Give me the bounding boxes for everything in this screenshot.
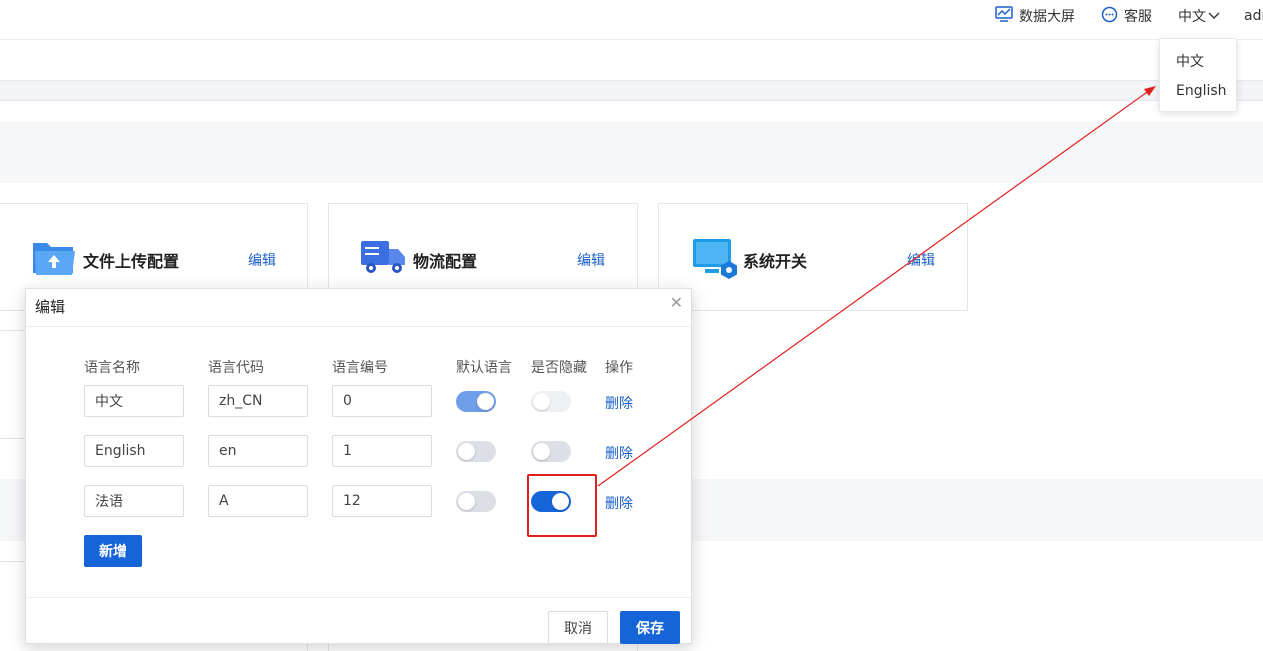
close-icon[interactable]: ✕	[670, 295, 683, 311]
language-switcher[interactable]: 中文	[1178, 0, 1220, 32]
column-header-language-code: 语言代码	[208, 360, 264, 376]
dialog-title: 编辑	[35, 298, 66, 316]
cancel-button[interactable]: 取消	[548, 611, 608, 644]
customer-service-link[interactable]: 客服	[1101, 0, 1152, 32]
toggle-knob	[458, 493, 475, 510]
language-number-input[interactable]	[332, 435, 432, 467]
delete-link[interactable]: 删除	[605, 393, 633, 413]
default-language-toggle[interactable]	[456, 491, 496, 512]
card-edit-link[interactable]: 编辑	[577, 250, 605, 270]
chat-bubble-icon	[1101, 6, 1124, 27]
toggle-knob	[533, 393, 550, 410]
delete-link[interactable]: 删除	[605, 443, 633, 463]
language-number-input[interactable]	[332, 385, 432, 417]
column-header-language-name: 语言名称	[84, 360, 140, 376]
language-name-input[interactable]	[84, 485, 184, 517]
bg-divider	[307, 644, 308, 651]
bg-divider	[0, 561, 25, 562]
card-title: 文件上传配置	[83, 252, 180, 271]
language-number-input[interactable]	[332, 485, 432, 517]
save-button[interactable]: 保存	[620, 611, 680, 644]
language-code-input[interactable]	[208, 385, 308, 417]
monitor-settings-icon	[691, 237, 739, 285]
data-dashboard-label: 数据大屏	[1019, 9, 1075, 25]
card-title: 物流配置	[413, 252, 478, 271]
language-name-input[interactable]	[84, 435, 184, 467]
column-header-language-number: 语言编号	[332, 360, 388, 376]
data-dashboard-link[interactable]: 数据大屏	[995, 0, 1075, 32]
column-header-is-hidden: 是否隐藏	[531, 360, 587, 376]
card-edit-link[interactable]: 编辑	[907, 250, 935, 270]
tabs-strip	[0, 80, 1263, 101]
breadcrumb-bar	[0, 40, 1263, 80]
toggle-knob	[458, 443, 475, 460]
config-card-system-switch: 系统开关 编辑	[658, 203, 968, 311]
hidden-toggle[interactable]	[531, 391, 571, 412]
hidden-toggle[interactable]	[531, 441, 571, 462]
delivery-truck-icon	[359, 237, 407, 283]
edit-language-dialog: 编辑 ✕ 语言名称 语言代码 语言编号 默认语言 是否隐藏 操作 删除 删除 删…	[25, 288, 692, 644]
language-current-label: 中文	[1178, 9, 1206, 25]
top-header: 数据大屏 客服 中文 adr	[0, 0, 1263, 40]
user-menu[interactable]: adr	[1244, 0, 1263, 32]
toggle-knob	[533, 443, 550, 460]
column-header-actions: 操作	[605, 360, 633, 376]
add-language-button[interactable]: 新增	[84, 535, 142, 567]
chart-icon	[995, 6, 1019, 26]
default-language-toggle[interactable]	[456, 391, 496, 412]
language-option-english[interactable]: English	[1176, 83, 1227, 99]
bg-divider	[0, 438, 25, 439]
folder-upload-icon	[31, 237, 77, 281]
toggle-knob	[477, 393, 494, 410]
delete-link[interactable]: 删除	[605, 493, 633, 513]
card-edit-link[interactable]: 编辑	[248, 250, 276, 270]
language-code-input[interactable]	[208, 485, 308, 517]
user-name: adr	[1244, 8, 1263, 24]
bg-divider	[328, 644, 329, 651]
language-name-input[interactable]	[84, 385, 184, 417]
language-dropdown: 中文 English	[1159, 38, 1237, 112]
bg-divider	[0, 330, 25, 331]
dialog-header-divider	[26, 326, 691, 327]
language-code-input[interactable]	[208, 435, 308, 467]
column-header-default-language: 默认语言	[456, 360, 512, 376]
customer-service-label: 客服	[1124, 9, 1152, 25]
chevron-down-icon	[1206, 8, 1220, 24]
section-header-band	[0, 122, 1263, 183]
dialog-footer-divider	[26, 597, 691, 598]
language-option-chinese[interactable]: 中文	[1176, 51, 1204, 71]
bg-divider	[637, 644, 638, 651]
card-title: 系统开关	[743, 252, 808, 271]
default-language-toggle[interactable]	[456, 441, 496, 462]
annotation-highlight-box	[527, 474, 597, 537]
